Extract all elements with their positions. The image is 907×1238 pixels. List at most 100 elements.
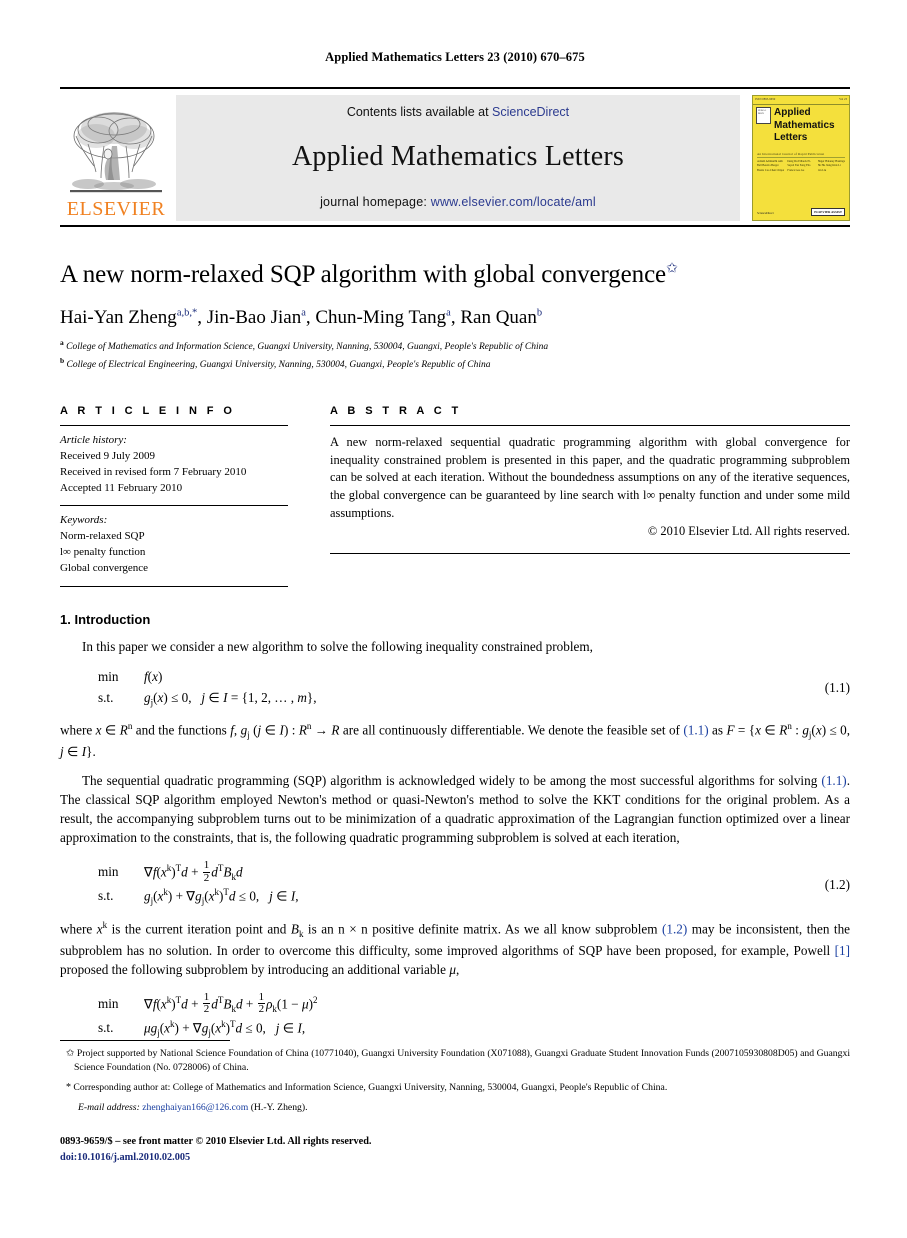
affiliation-a: a College of Mathematics and Information…	[60, 338, 850, 355]
journal-title: Applied Mathematics Letters	[292, 141, 624, 172]
affiliation-b: b College of Electrical Engineering, Gua…	[60, 356, 850, 373]
elsevier-wordmark: ELSEVIER	[66, 198, 166, 220]
equation-1-2-min-row: min ∇f(xk)Td + 1 2 dTBkd	[60, 860, 850, 885]
masthead-bottom-rule	[60, 225, 850, 227]
journal-cover-thumbnail: ISSN 0893-9659 Vol 23 PERGA MON Applied Ma…	[746, 95, 850, 221]
cover-badge: ELSEVIER ASSIST	[811, 208, 845, 216]
cover-title: Applied Mathematics Letters	[774, 107, 835, 145]
column-gap	[288, 405, 330, 587]
author-name: Ran Quan	[460, 306, 537, 328]
article-history-block: Article history: Received 9 July 2009 Re…	[60, 433, 288, 497]
author-affil-marker: b	[536, 307, 543, 319]
keywords-label: Keywords:	[60, 513, 108, 526]
sciencedirect-link[interactable]: ScienceDirect	[492, 105, 569, 119]
intro-paragraph-1: In this paper we consider a new algorith…	[82, 638, 593, 654]
author-name: Chun-Ming Tang	[315, 306, 447, 328]
cover-footer: ScienceDirect ELSEVIER ASSIST	[757, 208, 845, 216]
citation-ref-1[interactable]: [1]	[835, 943, 850, 958]
abstract-heading: A B S T R A C T	[330, 405, 462, 418]
cover-board-col1: Ackleh Adimurthi Anh Ball Beretta Berger…	[757, 160, 785, 172]
min-label: min	[98, 995, 119, 1011]
min-label: min	[98, 863, 119, 879]
cover-board-col3: Hager Halanay Hastings He Hu Jiang Kirk …	[817, 160, 845, 172]
footnote-funding-text: Project supported by National Science Fo…	[74, 1048, 851, 1073]
author-name: Jin-Bao Jian	[206, 306, 302, 328]
st-label: s.t.	[98, 689, 114, 705]
footnote-area: ✩ Project supported by National Science …	[60, 1040, 850, 1165]
elsevier-tree-icon	[70, 112, 162, 193]
affiliation-text: College of Electrical Engineering, Guang…	[66, 360, 491, 371]
cover-subtitle: An International Journal of Rapid Public…	[757, 152, 845, 158]
abstract-text: A new norm-relaxed sequential quadratic …	[330, 435, 850, 520]
equation-1-1-objective: f(x)	[144, 668, 163, 684]
abstract-rights: © 2010 Elsevier Ltd. All rights reserved…	[647, 524, 850, 539]
equation-powell: min ∇f(xk)Td + 1 2 dTBkd + 1 2 ρk(1 − μ)2 s.…	[60, 990, 850, 1041]
eq-ref-1-1[interactable]: (1.1)	[683, 722, 708, 737]
equation-powell-min-row: min ∇f(xk)Td + 1 2 dTBkd + 1 2 ρk(1 − μ)2	[60, 990, 850, 1017]
keyword-item: Norm-relaxed SQP	[60, 529, 145, 542]
history-item: Received in revised form 7 February 2010	[60, 466, 247, 479]
cover-title-line1: Applied	[774, 107, 811, 118]
article-info-column: A R T I C L E I N F O Article history: R…	[60, 405, 288, 587]
journal-homepage-link[interactable]: www.elsevier.com/locate/aml	[431, 195, 596, 209]
article-info-top-rule	[60, 425, 288, 427]
equation-1-1-constraint: gj(x) ≤ 0, j ∈ I = {1, 2, … , m},	[144, 689, 317, 708]
cover-image: ISSN 0893-9659 Vol 23 PERGA MON Applied Ma…	[752, 95, 850, 221]
journal-homepage-line: journal homepage: www.elsevier.com/locat…	[320, 195, 596, 209]
footnote-asterisk-marker: *	[66, 1081, 71, 1093]
equation-1-1-min-row: min f(x)	[60, 666, 850, 687]
equation-1-1-number: (1.1)	[824, 679, 850, 695]
homepage-prefix: journal homepage:	[320, 195, 428, 209]
footnote-star-marker: ✩	[66, 1048, 75, 1059]
abstract-column: A B S T R A C T A new norm-relaxed seque…	[330, 405, 850, 587]
keyword-item: Global convergence	[60, 561, 149, 574]
article-info-bottom-rule	[60, 585, 288, 587]
cover-title-line2: Mathematics	[774, 119, 835, 131]
author-list: Hai-Yan Zhenga,b,*, Jin-Bao Jiana, Chun-…	[60, 306, 543, 328]
intro-paragraph-4: where xk is the current iteration point …	[60, 919, 851, 977]
eq-ref-1-2[interactable]: (1.2)	[662, 921, 687, 936]
intro-paragraph-3: The sequential quadratic programming (SQ…	[60, 772, 850, 845]
affiliation-marker: b	[60, 356, 65, 366]
paper-page: Applied Mathematics Letters 23 (2010) 67…	[0, 0, 907, 1238]
email-address-label: E-mail address:	[78, 1101, 140, 1113]
eq-ref-1-1[interactable]: (1.1)	[821, 773, 846, 788]
email-address-link[interactable]: zhenghaiyan166@126.com	[142, 1102, 248, 1113]
equation-1-2-constraint: gj(xk) + ∇gj(xk)Td ≤ 0, j ∈ I,	[144, 887, 299, 907]
cover-editorial-board: Ackleh Adimurthi Anh Ball Beretta Berger…	[757, 160, 845, 173]
equation-powell-objective: ∇f(xk)Td + 1 2 dTBkd + 1 2 ρk(1 − μ)2	[144, 990, 318, 1016]
info-abstract-row: A R T I C L E I N F O Article history: R…	[60, 405, 850, 587]
st-label: s.t.	[98, 1020, 114, 1035]
article-title-text: A new norm-relaxed SQP algorithm with gl…	[60, 261, 667, 288]
journal-masthead: ELSEVIER Contents lists available at Sci…	[60, 87, 850, 227]
footnote-funding: ✩ Project supported by National Science …	[60, 1047, 850, 1075]
author-affil-marker: a,b,*	[176, 307, 198, 319]
footnote-email-line: E-mail address: zhenghaiyan166@126.com (…	[60, 1101, 850, 1115]
journal-band: Contents lists available at ScienceDirec…	[176, 95, 740, 221]
st-label: s.t.	[98, 888, 114, 904]
min-label: min	[98, 668, 119, 684]
keywords-block: Keywords: Norm-relaxed SQP l∞ penalty fu…	[60, 513, 288, 577]
doi-line[interactable]: doi:10.1016/j.aml.2010.02.005	[60, 1150, 850, 1165]
cover-topbar: ISSN 0893-9659 Vol 23	[753, 96, 849, 105]
section-title-text: Introduction	[74, 611, 151, 627]
footnote-corresponding-text: Corresponding author at: College of Math…	[73, 1081, 668, 1093]
article-history-label: Article history:	[60, 434, 127, 447]
issn-front-matter-line: 0893-9659/$ – see front matter © 2010 El…	[60, 1136, 372, 1148]
contents-available-line: Contents lists available at ScienceDirec…	[347, 105, 569, 119]
running-head: Applied Mathematics Letters 23 (2010) 67…	[325, 50, 585, 64]
equation-1-2: min ∇f(xk)Td + 1 2 dTBkd s.t. gj(xk) + ∇gj…	[60, 860, 850, 909]
page-title: A new norm-relaxed SQP algorithm with gl…	[60, 261, 850, 290]
history-item: Accepted 11 February 2010	[60, 481, 183, 494]
history-item: Received 9 July 2009	[60, 450, 156, 463]
author-affil-marker: a	[446, 307, 451, 319]
cover-sciencedirect-label: ScienceDirect	[757, 211, 774, 216]
affiliation-marker: a	[60, 338, 64, 348]
footnote-corresponding-author: * Corresponding author at: College of Ma…	[60, 1081, 850, 1095]
colophon: 0893-9659/$ – see front matter © 2010 El…	[60, 1134, 850, 1165]
section-heading-introduction: 1. Introduction	[60, 612, 850, 627]
article-info-heading: A R T I C L E I N F O	[60, 405, 236, 418]
equation-powell-st-row: s.t. μgj(xk) + ∇gj(xk)Td ≤ 0, j ∈ I,	[60, 1017, 850, 1040]
cover-title-line3: Letters	[774, 132, 808, 143]
equation-1-1-st-row: s.t. gj(x) ≤ 0, j ∈ I = {1, 2, … , m},	[60, 687, 850, 710]
